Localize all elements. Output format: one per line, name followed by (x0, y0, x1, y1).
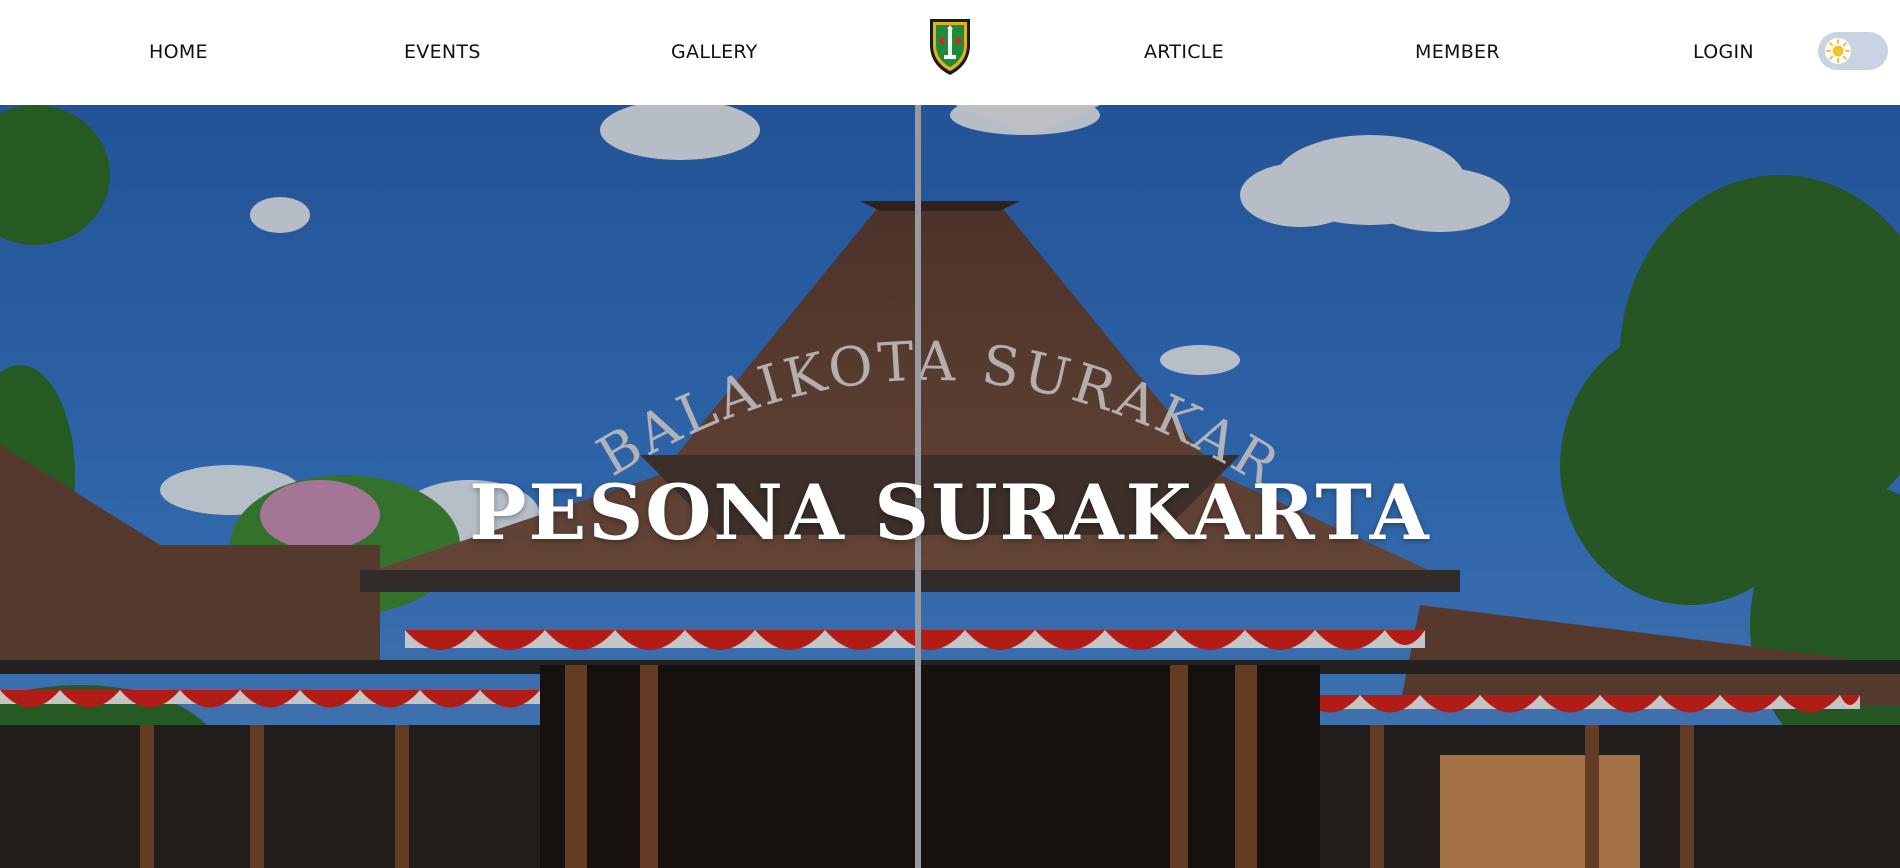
nav-login-link[interactable]: LOGIN (1693, 0, 1754, 105)
hero-banner: BALAIKOTA SURAKARTA (0, 105, 1900, 868)
nav-article-link[interactable]: ARTICLE (1144, 0, 1224, 105)
surakarta-crest-icon[interactable] (926, 15, 974, 77)
nav-events-link[interactable]: EVENTS (404, 0, 481, 105)
top-navbar: HOME EVENTS GALLERY ARTICLE MEMBER LOGIN (0, 0, 1900, 105)
nav-member-link[interactable]: MEMBER (1415, 0, 1500, 105)
nav-gallery-link[interactable]: GALLERY (671, 0, 758, 105)
theme-toggle[interactable] (1818, 32, 1888, 70)
nav-home-link[interactable]: HOME (149, 0, 208, 105)
sun-icon (1825, 38, 1851, 64)
hero-title: PESONA SURAKARTA (469, 468, 1431, 557)
